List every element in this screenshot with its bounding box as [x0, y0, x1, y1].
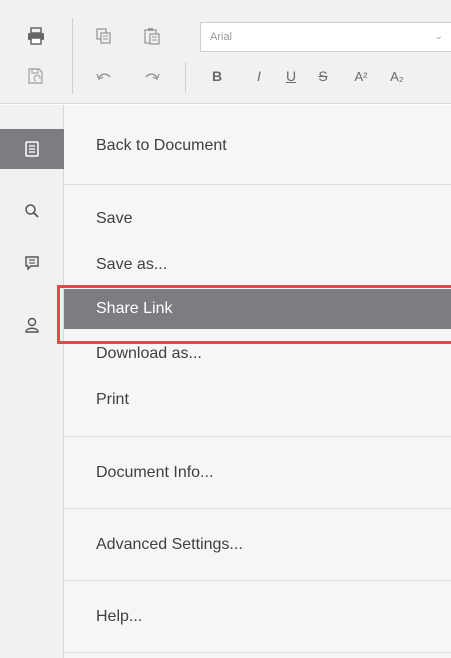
user-icon: [25, 317, 39, 333]
menu-item-help[interactable]: Help...: [64, 597, 451, 637]
print-icon: [28, 27, 44, 45]
font-name-select[interactable]: Arial ⌄: [200, 22, 451, 52]
sidebar-item-file[interactable]: [0, 129, 64, 169]
menu-item-save-as[interactable]: Save as...: [64, 245, 451, 285]
comment-icon: [25, 256, 39, 271]
paste-icon: [144, 28, 160, 45]
menu-item-print[interactable]: Print: [64, 380, 451, 420]
undo-button[interactable]: [90, 62, 118, 90]
paste-button[interactable]: [138, 22, 166, 50]
menu-item-document-info[interactable]: Document Info...: [64, 453, 451, 493]
superscript-button[interactable]: A²: [350, 62, 372, 90]
strikethrough-button[interactable]: S: [314, 62, 332, 90]
print-button[interactable]: [22, 22, 50, 50]
copy-icon: [96, 28, 111, 44]
copy-button[interactable]: [90, 22, 118, 50]
file-menu-panel: Back to Document Save Save as... Share L…: [64, 105, 451, 658]
left-sidebar: [0, 105, 64, 658]
sidebar-item-comments[interactable]: [0, 243, 64, 283]
menu-divider: [64, 436, 451, 437]
sidebar-item-search[interactable]: [0, 191, 64, 231]
menu-item-save[interactable]: Save: [64, 199, 451, 239]
menu-item-label: Share Link: [96, 300, 173, 317]
save-button[interactable]: [22, 62, 50, 90]
chevron-down-icon: ⌄: [434, 31, 443, 42]
italic-button[interactable]: I: [250, 62, 268, 90]
menu-item-label: Download as...: [96, 345, 202, 362]
menu-item-label: Advanced Settings...: [96, 536, 243, 553]
bold-button[interactable]: B: [208, 62, 226, 90]
menu-item-label: Document Info...: [96, 464, 214, 481]
redo-button[interactable]: [138, 62, 166, 90]
document-icon: [25, 141, 39, 157]
redo-icon: [145, 73, 160, 81]
menu-item-label: Print: [96, 391, 129, 408]
menu-item-label: Back to Document: [96, 137, 227, 154]
menu-divider: [64, 184, 451, 185]
undo-icon: [96, 73, 111, 81]
menu-item-back-to-document[interactable]: Back to Document: [64, 126, 451, 166]
menu-item-label: Help...: [96, 608, 143, 625]
menu-divider: [64, 652, 451, 653]
menu-item-download-as[interactable]: Download as...: [64, 334, 451, 374]
sidebar-item-users[interactable]: [0, 305, 64, 345]
font-name-value: Arial: [210, 31, 233, 43]
menu-divider: [64, 580, 451, 581]
menu-item-advanced-settings[interactable]: Advanced Settings...: [64, 525, 451, 565]
menu-divider: [64, 508, 451, 509]
toolbar: Arial ⌄ B I U S A² A₂: [0, 0, 451, 104]
save-icon: [28, 68, 43, 84]
search-icon: [25, 204, 39, 218]
menu-item-label: Save: [96, 210, 133, 227]
menu-item-label: Save as...: [96, 256, 168, 273]
subscript-button[interactable]: A₂: [386, 62, 408, 90]
underline-button[interactable]: U: [282, 62, 300, 90]
menu-item-share-link[interactable]: Share Link: [64, 289, 451, 329]
toolbar-separator: [185, 62, 186, 92]
toolbar-separator: [72, 18, 73, 94]
